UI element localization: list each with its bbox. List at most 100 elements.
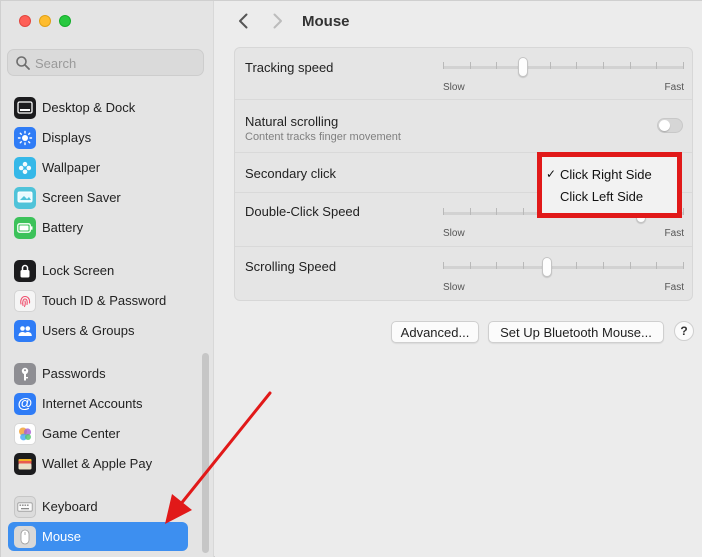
natural-scrolling-row: Natural scrolling Content tracks finger … <box>235 100 692 153</box>
sidebar-item-battery[interactable]: Battery <box>8 213 188 242</box>
scrolling-speed-slider[interactable]: Slow Fast <box>443 257 684 293</box>
sidebar-item-label: Game Center <box>42 426 121 441</box>
slider-tick <box>443 62 444 69</box>
tracking-speed-slider[interactable]: Slow Fast <box>443 57 684 93</box>
system-settings-window: Desktop & Dock Displays Wallpaper Screen… <box>0 0 702 557</box>
minimize-window-button[interactable] <box>39 15 51 27</box>
setup-bluetooth-mouse-button[interactable]: Set Up Bluetooth Mouse... <box>488 321 664 343</box>
sidebar-item-wallpaper[interactable]: Wallpaper <box>8 153 188 182</box>
menu-item-click-left-side[interactable]: Click Left Side <box>542 185 677 207</box>
key-icon <box>14 362 36 385</box>
slider-tick <box>443 262 444 269</box>
slider-track <box>443 66 684 69</box>
sidebar-item-users-groups[interactable]: Users & Groups <box>8 316 188 345</box>
game-center-icon <box>14 422 36 445</box>
slider-tick <box>496 62 497 69</box>
sidebar-item-label: Wallet & Apple Pay <box>42 456 153 471</box>
page-title: Mouse <box>302 13 350 30</box>
menu-item-label: Click Right Side <box>560 166 652 182</box>
slider-tick <box>683 62 684 69</box>
help-button[interactable]: ? <box>674 321 694 341</box>
menu-item-label: Click Left Side <box>560 188 644 204</box>
slider-tick <box>470 262 471 269</box>
sidebar-item-game-center[interactable]: Game Center <box>8 419 188 448</box>
slider-max-label: Fast <box>664 228 684 239</box>
slider-tick <box>576 62 577 69</box>
main-pane: Mouse Tracking speed Slow Fast Natural s… <box>215 1 702 557</box>
sidebar-item-desktop-dock[interactable]: Desktop & Dock <box>8 93 188 122</box>
natural-scrolling-label: Natural scrolling <box>245 114 339 129</box>
slider-tick <box>656 62 657 69</box>
sidebar-item-label: Screen Saver <box>42 190 121 205</box>
sidebar-item-label: Keyboard <box>42 499 98 514</box>
sidebar-item-label: Desktop & Dock <box>42 100 136 115</box>
slider-track <box>443 266 684 269</box>
sidebar-item-keyboard[interactable]: Keyboard <box>8 492 188 521</box>
sidebar-item-label: Displays <box>42 130 92 145</box>
slider-tick <box>630 62 631 69</box>
battery-icon <box>14 216 36 239</box>
sidebar-item-passwords[interactable]: Passwords <box>8 359 188 388</box>
slider-knob[interactable] <box>542 257 552 277</box>
search-field[interactable] <box>7 49 204 76</box>
advanced-button[interactable]: Advanced... <box>391 321 479 343</box>
slider-tick <box>496 208 497 215</box>
slider-knob[interactable] <box>518 57 528 77</box>
sidebar: Desktop & Dock Displays Wallpaper Screen… <box>1 1 214 557</box>
sidebar-item-label: Mouse <box>42 529 82 544</box>
sidebar-item-mouse[interactable]: Mouse <box>8 522 188 551</box>
back-chevron-icon[interactable] <box>234 11 254 31</box>
slider-tick <box>656 262 657 269</box>
desktop-dock-icon <box>14 96 36 119</box>
slider-tick <box>630 262 631 269</box>
screen-saver-icon <box>14 186 36 209</box>
toggle-knob <box>659 120 670 131</box>
slider-tick <box>576 262 577 269</box>
slider-tick <box>470 62 471 69</box>
slider-tick <box>603 262 604 269</box>
sidebar-item-label: Internet Accounts <box>42 396 143 411</box>
sidebar-item-wallet[interactable]: Wallet & Apple Pay <box>8 449 188 478</box>
natural-scrolling-toggle[interactable] <box>657 118 683 133</box>
sidebar-item-lock-screen[interactable]: Lock Screen <box>8 256 188 285</box>
forward-chevron-icon[interactable] <box>267 11 287 31</box>
sidebar-item-internet-accounts[interactable]: @ Internet Accounts <box>8 389 188 418</box>
slider-tick <box>683 208 684 215</box>
keyboard-icon <box>14 495 36 518</box>
sidebar-item-label: Battery <box>42 220 84 235</box>
slider-tick <box>443 208 444 215</box>
slider-min-label: Slow <box>443 228 465 239</box>
slider-tick <box>496 262 497 269</box>
search-input[interactable] <box>35 53 195 73</box>
sidebar-item-label: Lock Screen <box>42 263 115 278</box>
double-click-speed-label: Double-Click Speed <box>245 204 360 219</box>
fingerprint-icon <box>14 289 36 312</box>
checkmark-icon: ✓ <box>545 167 556 181</box>
sidebar-item-displays[interactable]: Displays <box>8 123 188 152</box>
menu-item-click-right-side[interactable]: ✓ Click Right Side <box>542 163 677 185</box>
wallet-icon <box>14 452 36 475</box>
secondary-click-label: Secondary click <box>245 166 337 181</box>
slider-tick <box>523 208 524 215</box>
slider-max-label: Fast <box>664 82 684 93</box>
slider-tick <box>550 62 551 69</box>
slider-min-label: Slow <box>443 282 465 293</box>
search-icon <box>16 56 30 70</box>
zoom-window-button[interactable] <box>59 15 71 27</box>
users-groups-icon <box>14 319 36 342</box>
sidebar-item-label: Touch ID & Password <box>42 293 167 308</box>
sidebar-item-label: Wallpaper <box>42 160 101 175</box>
secondary-click-menu: ✓ Click Right Side Click Left Side <box>537 152 682 218</box>
sidebar-item-touch-id[interactable]: Touch ID & Password <box>8 286 188 315</box>
natural-scrolling-description: Content tracks finger movement <box>245 131 401 143</box>
lock-screen-icon <box>14 259 36 282</box>
close-window-button[interactable] <box>19 15 31 27</box>
slider-tick <box>683 262 684 269</box>
at-sign-icon: @ <box>14 392 36 415</box>
sidebar-scrollbar[interactable] <box>202 353 209 553</box>
displays-icon <box>14 126 36 149</box>
slider-max-label: Fast <box>664 282 684 293</box>
sidebar-item-screen-saver[interactable]: Screen Saver <box>8 183 188 212</box>
scrolling-speed-row: Scrolling Speed Slow Fast <box>235 247 692 300</box>
slider-tick <box>603 62 604 69</box>
